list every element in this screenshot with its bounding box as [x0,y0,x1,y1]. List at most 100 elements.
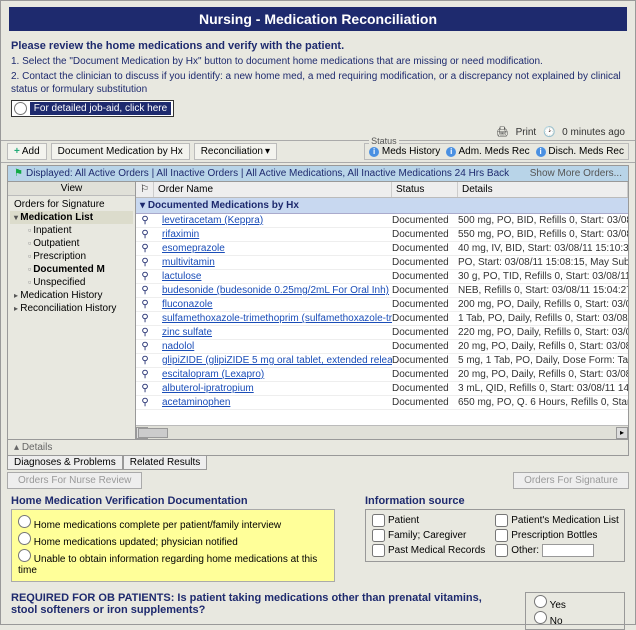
orders-for-nurse-review-button[interactable]: Orders For Nurse Review [7,472,142,489]
doc-med-by-hx-button[interactable]: Document Medication by Hx [51,143,190,160]
verify-radio-2[interactable] [18,532,31,545]
disch-meds-rec-status[interactable]: i Disch. Meds Rec [536,146,624,157]
table-row[interactable]: ⚲levetiracetam (Keppra)Documented500 mg,… [136,214,628,228]
scroll-thumb[interactable] [138,428,168,438]
meds-history-status[interactable]: i Meds History [369,146,440,157]
section-documented-by-hx[interactable]: ▾ Documented Medications by Hx [136,198,628,214]
order-name-link[interactable]: multivitamin [154,256,392,270]
order-name-link[interactable]: budesonide (budesonide 0.25mg/2mL For Or… [154,284,392,298]
chevron-down-icon: ▾ [265,146,270,157]
order-name-link[interactable]: levetiracetam (Keppra) [154,214,392,228]
refresh-age: 0 minutes ago [562,127,625,138]
reconciliation-button[interactable]: Reconciliation ▾ [194,143,277,160]
col-details[interactable]: Details [458,182,628,197]
verify-opt-unable[interactable]: Unable to obtain information regarding h… [18,549,328,576]
table-row[interactable]: ⚲zinc sulfateDocumented220 mg, PO, Daily… [136,326,628,340]
order-name-link[interactable]: rifaximin [154,228,392,242]
order-name-link[interactable]: sulfamethoxazole-trimethoprim (sulfameth… [154,312,392,326]
order-name-link[interactable]: esomeprazole [154,242,392,256]
verify-opt-complete[interactable]: Home medications complete per patient/fa… [18,515,328,531]
src-other-check[interactable] [495,544,508,557]
main-split: View Orders for Signature Medication Lis… [7,182,629,440]
table-row[interactable]: ⚲rifaximinDocumented550 mg, PO, BID, Ref… [136,228,628,242]
row-flag-icon: ⚲ [136,312,154,326]
src-patient-check[interactable] [372,514,385,527]
table-row[interactable]: ⚲acetaminophenDocumented650 mg, PO, Q. 6… [136,396,628,410]
horizontal-scrollbar[interactable]: ◂ ▸ [136,425,628,439]
tab-related-results[interactable]: Related Results [123,456,208,470]
src-med-list-check[interactable] [495,514,508,527]
status-legend: Status [369,136,399,146]
src-family[interactable]: Family; Caregiver [372,529,485,542]
order-details: 20 mg, PO, Daily, Refills 0, Start: 03/0… [458,340,628,354]
tree-orders-for-signature[interactable]: Orders for Signature [10,198,133,211]
table-row[interactable]: ⚲glipiZIDE (glipiZIDE 5 mg oral tablet, … [136,354,628,368]
order-name-link[interactable]: albuterol-ipratropium [154,382,392,396]
order-name-link[interactable]: lactulose [154,270,392,284]
print-label[interactable]: Print [516,127,537,138]
tree-outpatient[interactable]: Outpatient [10,237,133,250]
order-name-link[interactable]: escitalopram (Lexapro) [154,368,392,382]
table-row[interactable]: ⚲lactuloseDocumented30 g, PO, TID, Refil… [136,270,628,284]
table-row[interactable]: ⚲multivitaminDocumentedPO, Start: 03/08/… [136,256,628,270]
src-past-check[interactable] [372,544,385,557]
orders-for-signature-button[interactable]: Orders For Signature [513,472,629,489]
show-more-orders[interactable]: Show More Orders... [530,168,622,179]
display-filter-bar[interactable]: ⚑ Displayed: All Active Orders | All Ina… [7,165,629,182]
order-name-link[interactable]: fluconazole [154,298,392,312]
src-past[interactable]: Past Medical Records [372,544,485,557]
table-row[interactable]: ⚲esomeprazoleDocumented40 mg, IV, BID, S… [136,242,628,256]
order-status: Documented [392,298,458,312]
table-row[interactable]: ⚲sulfamethoxazole-trimethoprim (sulfamet… [136,312,628,326]
jobaid-radio[interactable] [14,102,27,115]
order-status: Documented [392,340,458,354]
tree-inpatient[interactable]: Inpatient [10,224,133,237]
grid-body[interactable]: ▾ Documented Medications by Hx ⚲levetira… [136,198,628,425]
order-name-link[interactable]: zinc sulfate [154,326,392,340]
jobaid-link[interactable]: For detailed job-aid, click here [11,100,174,117]
verify-radio-1[interactable] [18,515,31,528]
tab-diagnoses-problems[interactable]: Diagnoses & Problems [7,456,123,470]
row-flag-icon: ⚲ [136,214,154,228]
src-family-check[interactable] [372,529,385,542]
order-status: Documented [392,368,458,382]
table-row[interactable]: ⚲escitalopram (Lexapro)Documented20 mg, … [136,368,628,382]
tree-reconciliation-history[interactable]: Reconciliation History [10,302,133,315]
ob-yes-radio[interactable] [534,595,547,608]
table-row[interactable]: ⚲albuterol-ipratropiumDocumented3 mL, QI… [136,382,628,396]
tree-prescription[interactable]: Prescription [10,250,133,263]
ob-no-radio[interactable] [534,611,547,624]
print-icon[interactable] [496,127,509,138]
tree-medication-list[interactable]: Medication List [10,211,133,224]
ob-yes[interactable]: Yes [534,595,616,611]
order-name-link[interactable]: nadolol [154,340,392,354]
add-button[interactable]: + Add [7,143,47,160]
col-order-name[interactable]: Order Name [154,182,392,197]
src-patient[interactable]: Patient [372,514,485,527]
src-bottles[interactable]: Prescription Bottles [495,529,619,542]
tree-medication-history[interactable]: Medication History [10,289,133,302]
table-row[interactable]: ⚲budesonide (budesonide 0.25mg/2mL For O… [136,284,628,298]
verify-radio-3[interactable] [18,549,31,562]
order-status: Documented [392,284,458,298]
src-med-list[interactable]: Patient's Medication List [495,514,619,527]
status-group: Status i Meds History i Adm. Meds Rec i … [364,143,629,160]
plus-icon: + [14,146,20,157]
details-panel-header[interactable]: ▴ Details [7,440,629,456]
verify-opt-updated[interactable]: Home medications updated; physician noti… [18,532,328,548]
table-row[interactable]: ⚲nadololDocumented20 mg, PO, Daily, Refi… [136,340,628,354]
tree-unspecified[interactable]: Unspecified [10,276,133,289]
src-other[interactable]: Other: [495,544,619,557]
order-details: 550 mg, PO, BID, Refills 0, Start: 03/08… [458,228,628,242]
table-row[interactable]: ⚲fluconazoleDocumented200 mg, PO, Daily,… [136,298,628,312]
ob-no[interactable]: No [534,611,616,627]
tree-documented[interactable]: Documented M [10,263,133,276]
scroll-right-icon[interactable]: ▸ [616,427,628,439]
col-status[interactable]: Status [392,182,458,197]
order-name-link[interactable]: glipiZIDE (glipiZIDE 5 mg oral tablet, e… [154,354,392,368]
adm-meds-rec-status[interactable]: i Adm. Meds Rec [446,146,529,157]
src-bottles-check[interactable] [495,529,508,542]
src-other-input[interactable] [542,544,594,557]
col-flag[interactable]: ⚐ [136,182,154,197]
order-name-link[interactable]: acetaminophen [154,396,392,410]
